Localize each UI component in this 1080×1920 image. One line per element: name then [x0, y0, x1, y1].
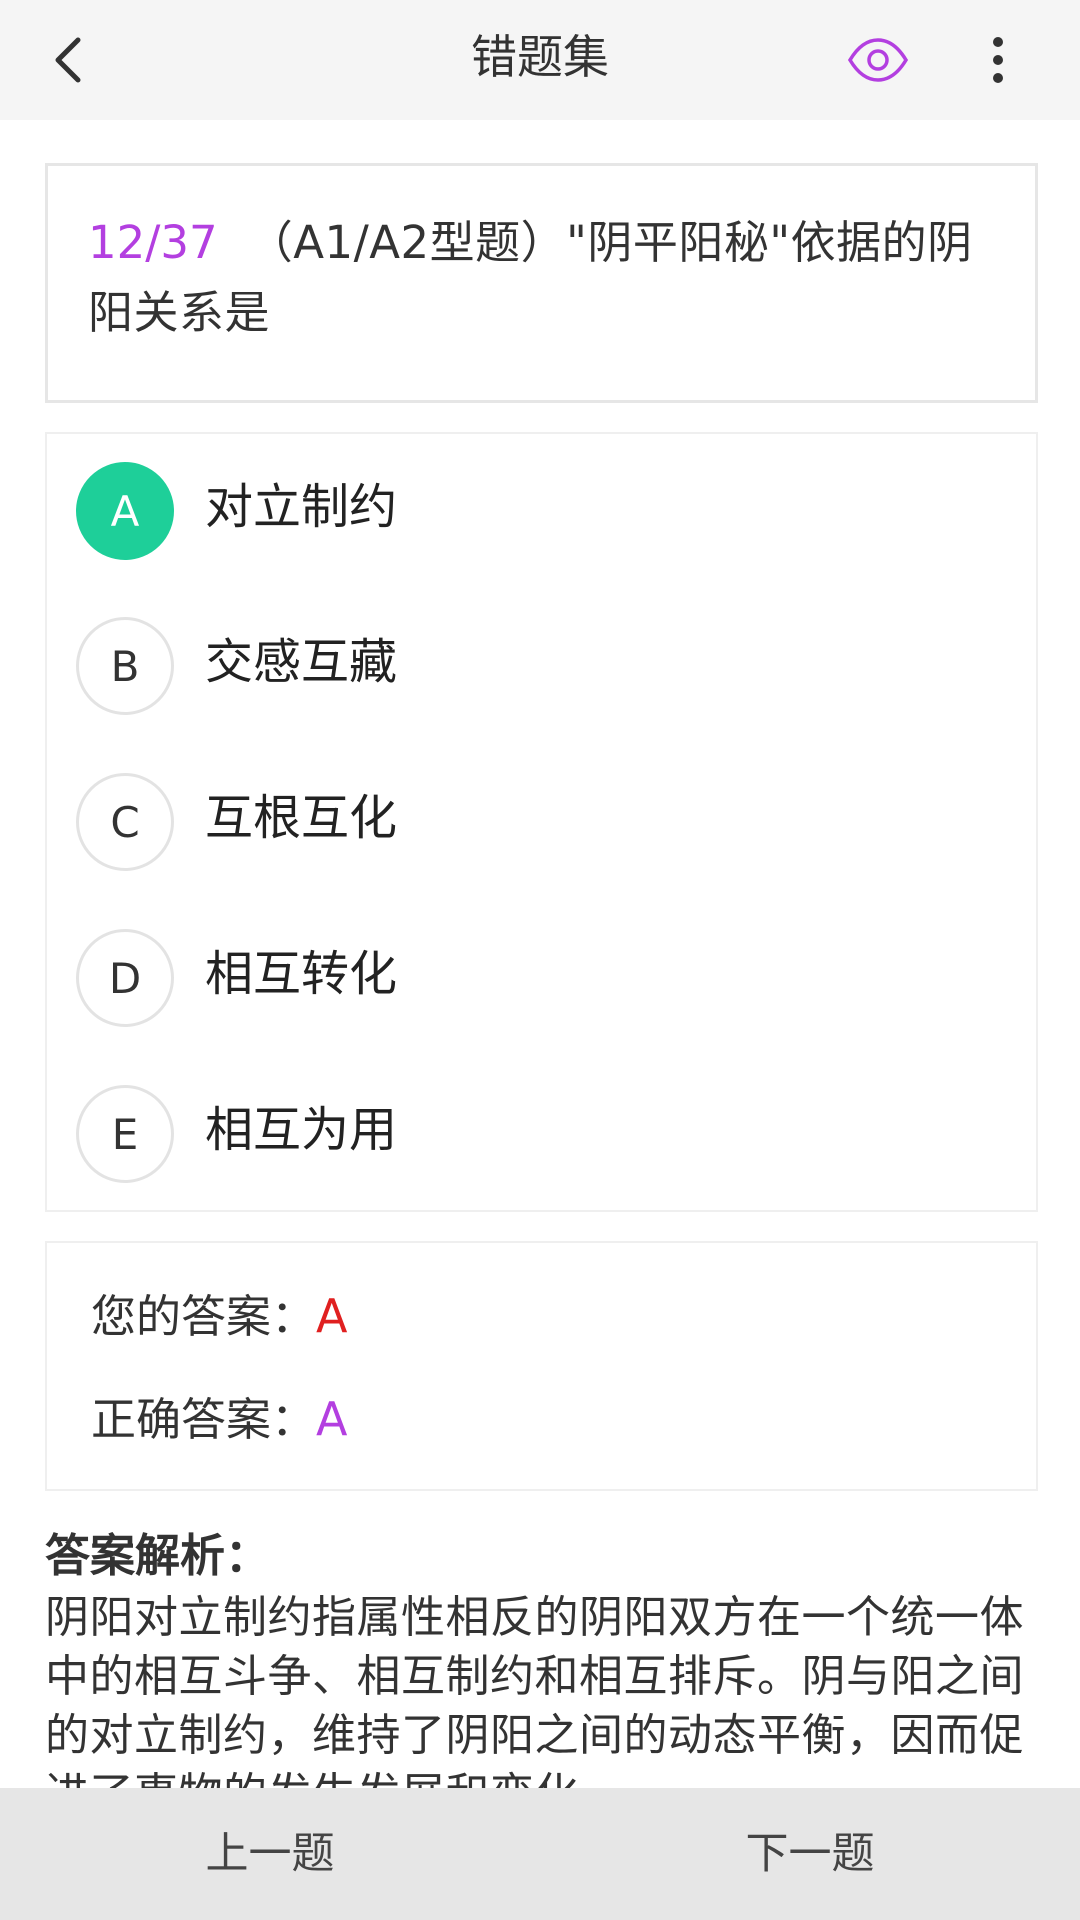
option-text: 相互为用 [205, 1102, 398, 1158]
option-letter-badge: E [76, 1085, 174, 1183]
question-progress: 12/37 [88, 216, 218, 269]
correct-answer-row: 正确答案：A [91, 1384, 347, 1454]
bottom-nav: 上一题 下一题 [0, 1788, 1080, 1920]
your-answer-label: 您的答案： [91, 1290, 317, 1343]
question-card: 12/37 （A1/A2型题）"阴平阳秘"依据的阴阳关系是 [45, 163, 1038, 403]
option-letter-badge: C [76, 773, 174, 871]
option-text: 交感互藏 [205, 634, 398, 690]
option-letter-badge: D [76, 929, 174, 1027]
option-d[interactable]: D 相互转化 [47, 901, 1036, 1031]
option-text: 对立制约 [205, 479, 398, 535]
correct-answer-value: A [316, 1392, 348, 1446]
explanation-section: 答案解析： 阴阳对立制约指属性相反的阴阳双方在一个统一体中的相互斗争、相互制约和… [45, 1524, 1038, 1824]
your-answer-row: 您的答案：A [91, 1281, 347, 1351]
more-options-button[interactable] [962, 22, 1034, 98]
question-stem: （A1/A2型题）"阴平阳秘"依据的阴阳关系是 [88, 216, 973, 339]
back-button[interactable] [30, 22, 106, 98]
option-b[interactable]: B 交感互藏 [47, 589, 1036, 719]
option-letter-badge: A [76, 462, 174, 560]
correct-answer-label: 正确答案： [91, 1393, 317, 1446]
eye-icon [847, 38, 909, 82]
chevron-left-icon [55, 37, 81, 83]
previous-question-button[interactable]: 上一题 [0, 1788, 540, 1920]
show-answer-button[interactable] [838, 22, 918, 98]
option-letter-badge: B [76, 617, 174, 715]
next-question-button[interactable]: 下一题 [540, 1788, 1080, 1920]
top-app-bar: 错题集 [0, 0, 1080, 120]
your-answer-value: A [316, 1289, 348, 1343]
page: 错题集 12/37 （A1/A2型题）"阴平阳秘"依据的阴阳关系是 A 对立制约 … [0, 0, 1080, 1920]
more-vertical-icon [993, 37, 1003, 83]
option-e[interactable]: E 相互为用 [47, 1057, 1036, 1187]
page-title: 错题集 [471, 30, 609, 84]
options-list: A 对立制约 B 交感互藏 C 互根互化 D 相互转化 E 相互为用 [45, 432, 1038, 1212]
option-text: 相互转化 [205, 946, 398, 1002]
answer-card: 您的答案：A 正确答案：A [45, 1241, 1038, 1491]
option-text: 互根互化 [205, 790, 398, 846]
explanation-heading: 答案解析： [45, 1529, 271, 1582]
option-a[interactable]: A 对立制约 [47, 434, 1036, 564]
option-c[interactable]: C 互根互化 [47, 745, 1036, 875]
